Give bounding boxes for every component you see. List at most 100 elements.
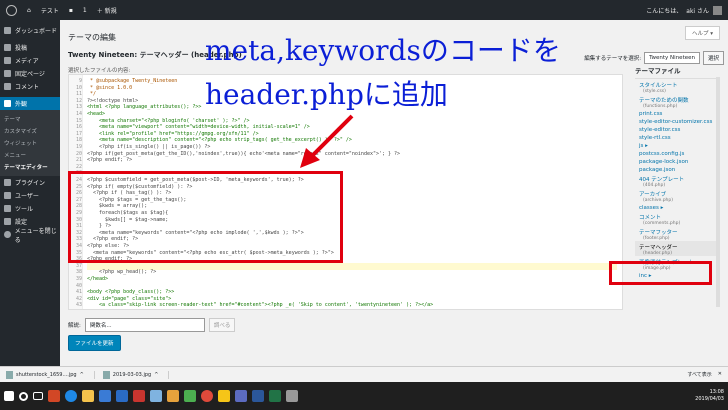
new-content-link[interactable]: ＋ 新規 [97, 6, 117, 15]
menu-collapse[interactable]: メニューを閉じる [0, 227, 60, 244]
app-icon[interactable] [235, 390, 247, 402]
image-file-icon [102, 370, 110, 379]
menu-pages[interactable]: 固定ページ [0, 67, 60, 80]
theme-file-link[interactable]: print.css [635, 109, 720, 117]
comment-icon[interactable]: ▪ [69, 7, 73, 14]
wordpress-logo-icon[interactable] [6, 4, 17, 16]
menu-label: ダッシュボード [15, 28, 58, 35]
chevron-up-icon[interactable]: ^ [80, 372, 84, 378]
theme-select-dropdown[interactable]: Twenty Nineteen [644, 52, 700, 64]
menu-tools[interactable]: ツール [0, 202, 60, 215]
avatar[interactable] [713, 5, 722, 15]
menu-media[interactable]: メディア [0, 54, 60, 67]
download-file-name: shutterstock_1659....jpg [16, 371, 77, 378]
page-icon [4, 70, 11, 77]
store-icon[interactable] [99, 390, 111, 402]
theme-file-label: package-lock.json [639, 159, 689, 165]
line-number: 43 [75, 302, 82, 309]
powerpoint-icon[interactable] [48, 390, 60, 402]
app-icon[interactable] [286, 390, 298, 402]
lookup-button[interactable]: 調べる [208, 318, 236, 332]
download-item[interactable]: 2019-03-03.jpg ^ [102, 370, 170, 379]
function-name-select[interactable]: 関数名... [84, 318, 205, 332]
menu-comments[interactable]: コメント [0, 80, 60, 93]
theme-file-link[interactable]: classes ▸ [635, 203, 720, 211]
pin-icon [4, 44, 11, 51]
theme-file-link[interactable]: package.json [635, 165, 720, 173]
theme-file-link[interactable]: テーマのための関数 (functions.php) [635, 94, 720, 109]
app-icon[interactable] [218, 390, 230, 402]
admin-sidebar: ダッシュボード 投稿 メディア 固定ページ コメント 外観 テーマ カスタマイズ… [0, 20, 60, 366]
app-icon[interactable] [167, 390, 179, 402]
comment-icon [4, 83, 11, 90]
app-icon[interactable] [133, 390, 145, 402]
help-button[interactable]: ヘルプ ▾ [684, 26, 720, 40]
docs-label: 解説: [68, 323, 81, 329]
submenu-customize[interactable]: カスタマイズ [0, 125, 60, 137]
theme-file-link[interactable]: package-lock.json [635, 157, 720, 165]
show-all-downloads-link[interactable]: すべて表示 [687, 371, 711, 378]
download-bar: shutterstock_1659....jpg ^ 2019-03-03.jp… [0, 366, 728, 382]
code-line[interactable]: <?php endif; ?> [87, 157, 132, 164]
comment-count[interactable]: 1 [83, 7, 87, 14]
excel-icon[interactable] [269, 390, 281, 402]
theme-file-link[interactable]: js ▸ [635, 141, 720, 149]
submenu-themes[interactable]: テーマ [0, 113, 60, 125]
app-icon[interactable] [184, 390, 196, 402]
theme-file-link[interactable]: コメント (comments.php) [635, 211, 720, 226]
submenu-theme-editor[interactable]: テーマエディター [0, 161, 60, 173]
chevron-up-icon[interactable]: ^ [154, 372, 158, 378]
user-icon [4, 192, 11, 199]
user-name-link[interactable]: aki さん [686, 6, 709, 15]
theme-selector: 編集するテーマを選択: Twenty Nineteen 選択 [584, 51, 724, 65]
theme-file-link[interactable]: style-rtl.css [635, 133, 720, 141]
file-explorer-icon[interactable] [82, 390, 94, 402]
collapse-icon [4, 231, 11, 238]
close-icon[interactable]: ✕ [718, 371, 722, 378]
site-name-link[interactable]: テスト [41, 6, 59, 15]
code-line[interactable]: </head> [87, 276, 108, 283]
menu-dashboard[interactable]: ダッシュボード [0, 24, 60, 37]
download-item[interactable]: shutterstock_1659....jpg ^ [6, 370, 95, 379]
code-line[interactable] [87, 262, 617, 270]
task-view-icon[interactable] [33, 392, 43, 400]
annotation-title-line2: header.phpに追加 [205, 78, 448, 111]
file-content-label: 選択したファイルの内容: [68, 68, 131, 74]
system-clock[interactable]: 13:08 2019/04/03 [695, 389, 724, 403]
admin-bar: ⌂ テスト ▪ 1 ＋ 新規 こんにちは、 aki さん [0, 0, 728, 20]
menu-users[interactable]: ユーザー [0, 189, 60, 202]
search-icon[interactable] [19, 391, 28, 401]
word-icon[interactable] [252, 390, 264, 402]
menu-plugins[interactable]: プラグイン [0, 176, 60, 189]
theme-file-link[interactable]: スタイルシート (style.css) [635, 79, 720, 94]
file-list-scrollbar[interactable] [716, 77, 720, 307]
theme-file-link[interactable]: テーマヘッダー (header.php) [635, 241, 720, 256]
theme-file-link[interactable]: アーカイブ (archive.php) [635, 188, 720, 203]
highlight-box-code [68, 171, 343, 263]
theme-file-link[interactable]: 404 テンプレート (404.php) [635, 173, 720, 188]
menu-label: ツール [15, 206, 34, 213]
chrome-icon[interactable] [201, 390, 213, 402]
theme-file-link[interactable]: テーマフッター (footer.php) [635, 226, 720, 241]
mail-icon[interactable] [116, 390, 128, 402]
update-file-button[interactable]: ファイルを更新 [68, 335, 121, 351]
theme-file-link[interactable]: postcss.config.js [635, 149, 720, 157]
menu-posts[interactable]: 投稿 [0, 41, 60, 54]
theme-file-label: package.json [639, 167, 676, 173]
theme-select-button[interactable]: 選択 [702, 51, 724, 65]
page-title: テーマの編集 [68, 33, 116, 42]
edge-icon[interactable] [65, 390, 77, 402]
clock-date: 2019/04/03 [695, 396, 724, 402]
theme-file-label: classes ▸ [639, 205, 664, 211]
menu-label: メニューを閉じる [14, 227, 57, 244]
theme-file-link[interactable]: style-editor-customizer.css [635, 117, 720, 125]
photo-app-icon[interactable] [150, 390, 162, 402]
submenu-widgets[interactable]: ウィジェット [0, 137, 60, 149]
theme-file-link[interactable]: style-editor.css [635, 125, 720, 133]
windows-start-icon[interactable] [4, 391, 14, 401]
submenu-menus[interactable]: メニュー [0, 149, 60, 161]
menu-label: ユーザー [15, 193, 39, 200]
menu-appearance[interactable]: 外観 [0, 97, 60, 110]
home-icon[interactable]: ⌂ [27, 7, 31, 14]
code-line[interactable]: <a class="skip-link screen-reader-text" … [87, 302, 433, 309]
